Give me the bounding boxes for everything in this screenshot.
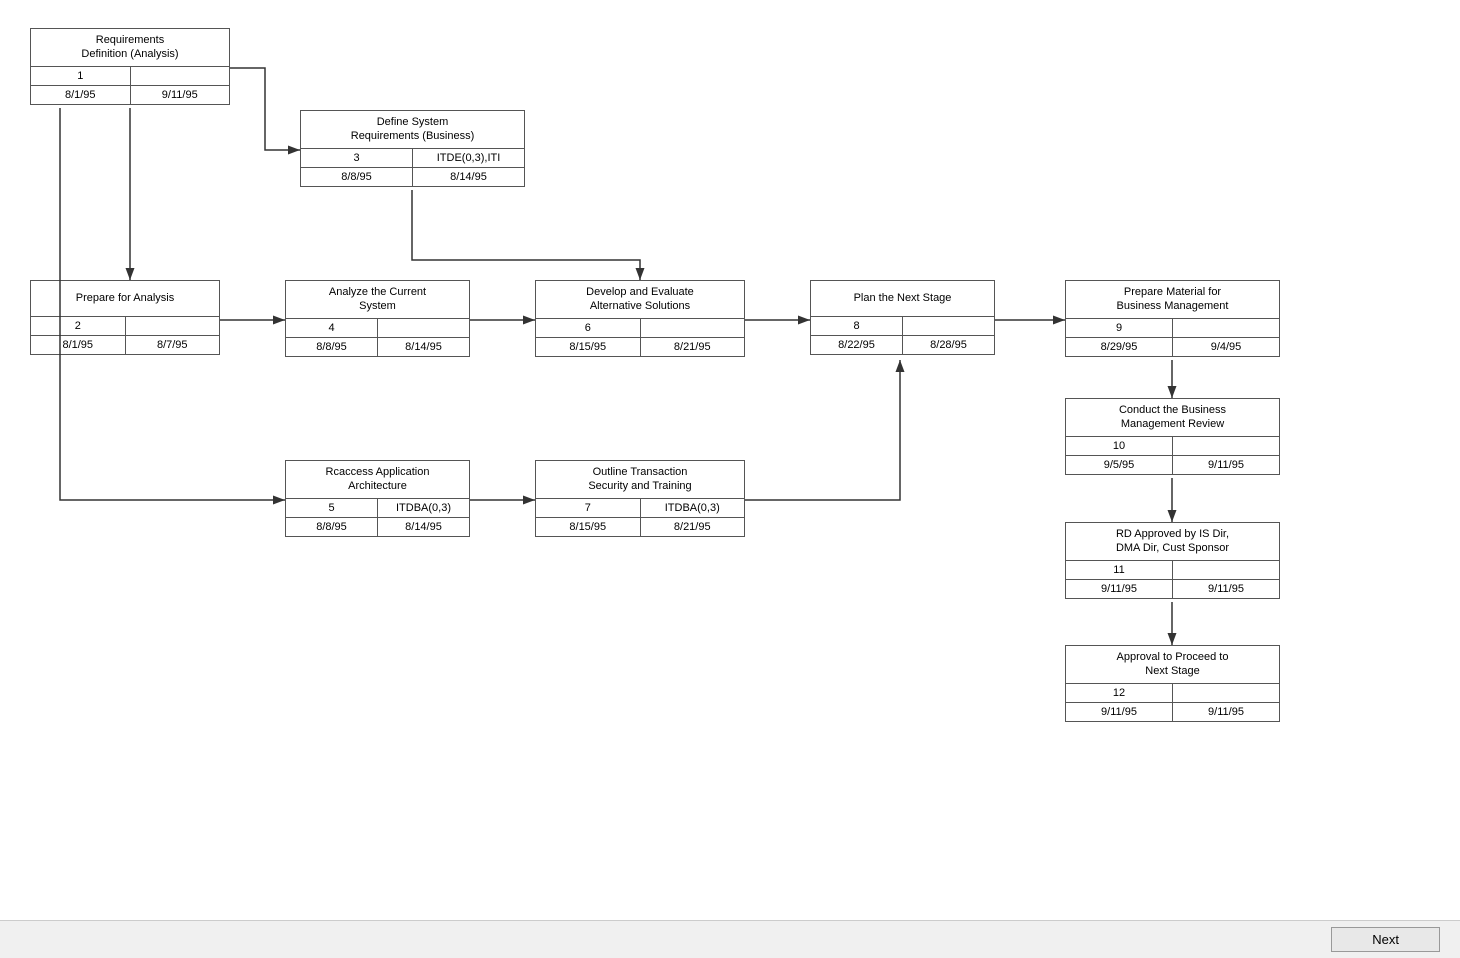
task-end-10: 9/11/95 [1173,456,1279,474]
task-box-11: RD Approved by IS Dir,DMA Dir, Cust Spon… [1065,522,1280,599]
task-box-3: Define SystemRequirements (Business) 3 I… [300,110,525,187]
task-id2-9 [1173,319,1279,337]
task-end-8: 8/28/95 [903,336,994,354]
task-box-7: Outline TransactionSecurity and Training… [535,460,745,537]
task-start-2: 8/1/95 [31,336,126,354]
task-start-6: 8/15/95 [536,338,641,356]
task-id2-7: ITDBA(0,3) [641,499,745,517]
task-title-10: Conduct the BusinessManagement Review [1066,399,1279,437]
task-id-4: 4 [286,319,378,337]
task-title-9: Prepare Material forBusiness Management [1066,281,1279,319]
task-start-8: 8/22/95 [811,336,903,354]
task-title-8: Plan the Next Stage [811,281,994,317]
task-id2-3: ITDE(0,3),ITI [413,149,524,167]
task-box-5: Rcaccess ApplicationArchitecture 5 ITDBA… [285,460,470,537]
task-box-9: Prepare Material forBusiness Management … [1065,280,1280,357]
task-title-1: RequirementsDefinition (Analysis) [31,29,229,67]
task-box-6: Develop and EvaluateAlternative Solution… [535,280,745,357]
task-box-2: Prepare for Analysis 2 8/1/95 8/7/95 [30,280,220,355]
task-id-7: 7 [536,499,641,517]
task-end-1: 9/11/95 [131,86,230,104]
task-id-2: 2 [31,317,126,335]
task-id-11: 11 [1066,561,1173,579]
task-id2-10 [1173,437,1279,455]
task-id2-12 [1173,684,1279,702]
task-end-3: 8/14/95 [413,168,524,186]
task-start-3: 8/8/95 [301,168,413,186]
task-id2-4 [378,319,469,337]
diagram-container: RequirementsDefinition (Analysis) 1 8/1/… [0,0,1460,920]
task-title-5: Rcaccess ApplicationArchitecture [286,461,469,499]
task-id-5: 5 [286,499,378,517]
task-id-3: 3 [301,149,413,167]
task-title-4: Analyze the CurrentSystem [286,281,469,319]
task-start-11: 9/11/95 [1066,580,1173,598]
task-id2-8 [903,317,994,335]
task-end-5: 8/14/95 [378,518,469,536]
task-title-11: RD Approved by IS Dir,DMA Dir, Cust Spon… [1066,523,1279,561]
task-box-10: Conduct the BusinessManagement Review 10… [1065,398,1280,475]
task-end-9: 9/4/95 [1173,338,1279,356]
task-box-1: RequirementsDefinition (Analysis) 1 8/1/… [30,28,230,105]
task-start-12: 9/11/95 [1066,703,1173,721]
task-box-12: Approval to Proceed toNext Stage 12 9/11… [1065,645,1280,722]
task-end-4: 8/14/95 [378,338,469,356]
task-id-10: 10 [1066,437,1173,455]
task-start-7: 8/15/95 [536,518,641,536]
task-box-8: Plan the Next Stage 8 8/22/95 8/28/95 [810,280,995,355]
task-id2-11 [1173,561,1279,579]
task-start-4: 8/8/95 [286,338,378,356]
task-end-6: 8/21/95 [641,338,745,356]
task-title-7: Outline TransactionSecurity and Training [536,461,744,499]
task-title-2: Prepare for Analysis [31,281,219,317]
task-start-5: 8/8/95 [286,518,378,536]
task-id2-2 [126,317,220,335]
task-id2-1 [131,67,230,85]
task-end-11: 9/11/95 [1173,580,1279,598]
task-id-12: 12 [1066,684,1173,702]
task-end-7: 8/21/95 [641,518,745,536]
task-id-9: 9 [1066,319,1173,337]
task-title-12: Approval to Proceed toNext Stage [1066,646,1279,684]
task-start-9: 8/29/95 [1066,338,1173,356]
task-id2-5: ITDBA(0,3) [378,499,469,517]
task-title-3: Define SystemRequirements (Business) [301,111,524,149]
task-end-2: 8/7/95 [126,336,220,354]
task-box-4: Analyze the CurrentSystem 4 8/8/95 8/14/… [285,280,470,357]
task-start-10: 9/5/95 [1066,456,1173,474]
task-title-6: Develop and EvaluateAlternative Solution… [536,281,744,319]
bottom-bar: Next [0,920,1460,958]
task-id-1: 1 [31,67,131,85]
task-id-6: 6 [536,319,641,337]
task-start-1: 8/1/95 [31,86,131,104]
next-button[interactable]: Next [1331,927,1440,952]
task-end-12: 9/11/95 [1173,703,1279,721]
task-id2-6 [641,319,745,337]
task-id-8: 8 [811,317,903,335]
